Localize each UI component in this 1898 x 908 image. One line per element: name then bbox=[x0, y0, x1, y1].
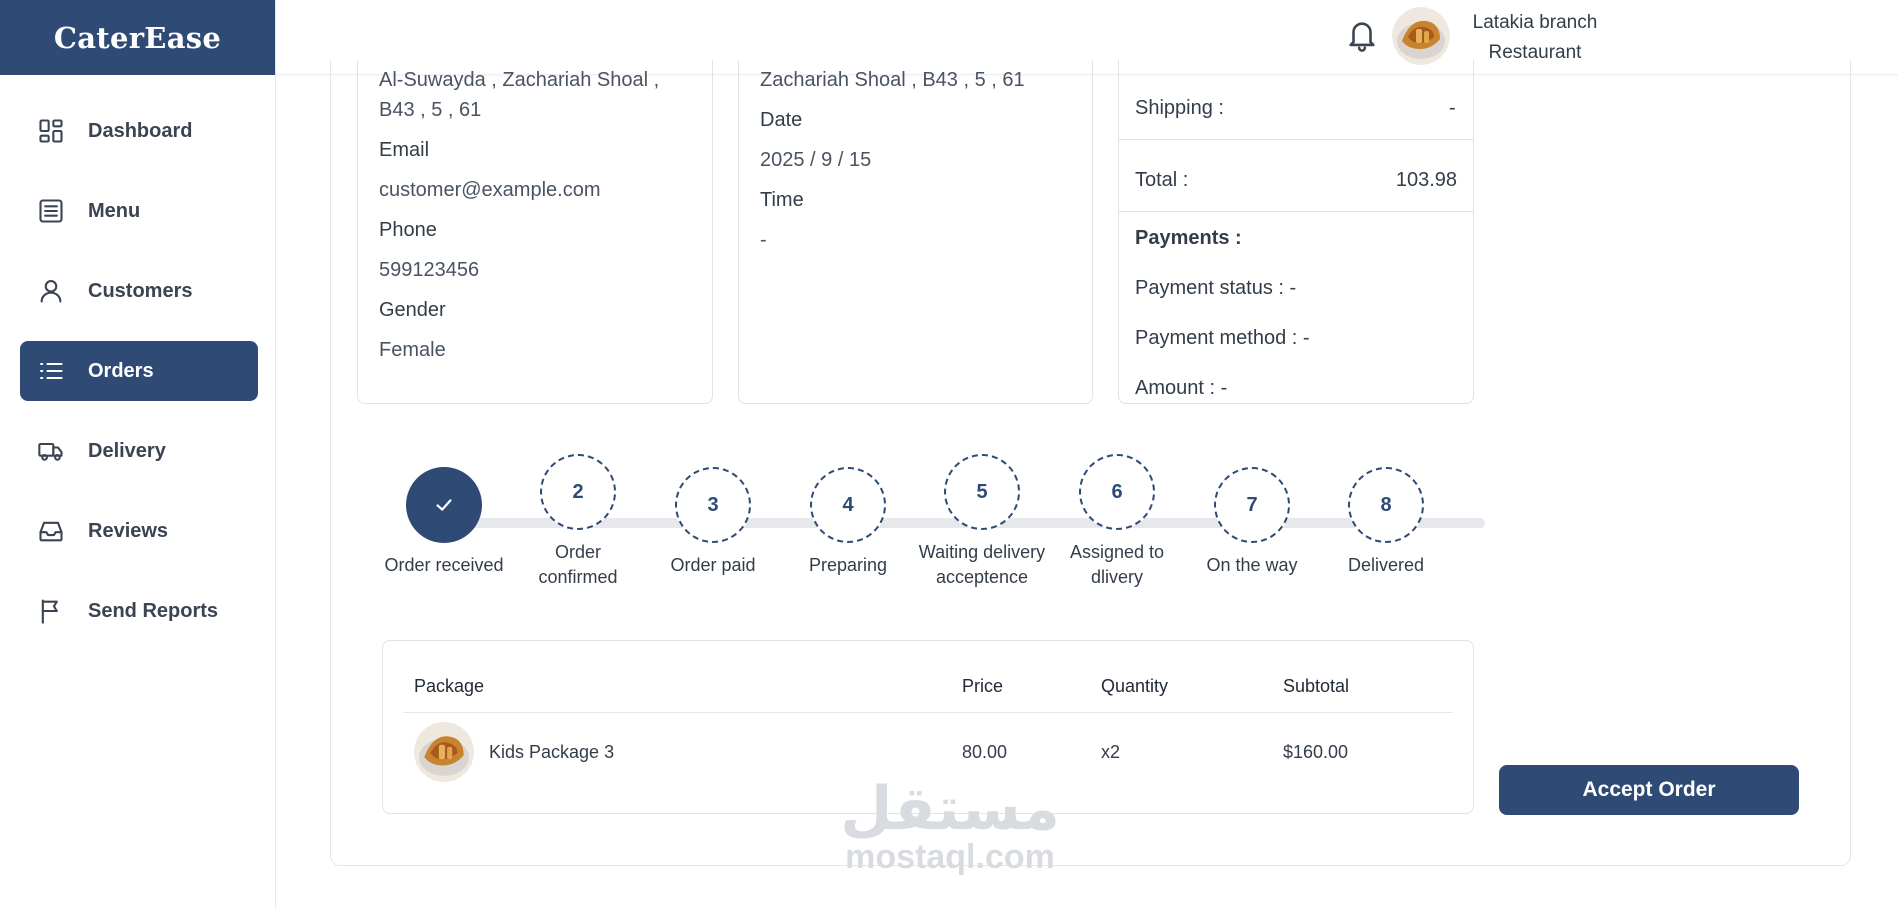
total-label: Total : bbox=[1135, 169, 1189, 191]
step-label: Assigned to dlivery bbox=[1042, 540, 1192, 590]
check-icon bbox=[436, 499, 452, 511]
table-row-quantity: x2 bbox=[1101, 742, 1121, 762]
sidebar-item-label: Customers bbox=[88, 279, 193, 302]
step-label-line1: Order bbox=[554, 542, 601, 562]
step-label-line1: Assigned to bbox=[1069, 542, 1165, 562]
orders-list-icon bbox=[37, 357, 65, 385]
column-header-quantity: Quantity bbox=[1101, 676, 1169, 696]
step-label: Waiting delivery acceptence bbox=[907, 540, 1057, 590]
sidebar-item-label: Dashboard bbox=[88, 119, 193, 142]
table-row-price: 80.00 bbox=[962, 742, 1008, 762]
step-label: Order paid bbox=[670, 555, 756, 575]
step-label: Delivered bbox=[1347, 555, 1425, 575]
column-header-package: Package bbox=[414, 676, 485, 696]
shipping-label: Shipping : bbox=[1135, 97, 1224, 119]
inbox-icon bbox=[37, 517, 65, 545]
menu-list-icon bbox=[37, 197, 65, 225]
customer-email: customer@example.com bbox=[379, 179, 601, 201]
brand-name: CaterEase bbox=[53, 20, 222, 55]
step-delivered: 8 bbox=[1348, 467, 1424, 543]
table-row-subtotal: $160.00 bbox=[1283, 742, 1349, 762]
step-label: Preparing bbox=[808, 555, 888, 575]
column-header-price: Price bbox=[962, 676, 1004, 696]
step-assigned-delivery: 6 bbox=[1079, 454, 1155, 530]
delivery-date: 2025 / 9 / 15 bbox=[760, 149, 872, 171]
step-label: On the way bbox=[1206, 555, 1298, 575]
sidebar-item-dashboard[interactable]: Dashboard bbox=[20, 101, 258, 161]
sidebar-item-customers[interactable]: Customers bbox=[20, 261, 258, 321]
branch-info: Latakia branch Restaurant bbox=[1460, 8, 1610, 68]
customer-address-line1: Al-Suwayda , Zachariah Shoal , bbox=[379, 69, 660, 91]
time-label: Time bbox=[760, 189, 804, 211]
customer-gender: Female bbox=[379, 339, 446, 361]
sidebar-item-delivery[interactable]: Delivery bbox=[20, 421, 258, 481]
sidebar-nav: Dashboard Menu Customers Orders Delivery bbox=[0, 75, 275, 641]
delivery-time: - bbox=[760, 229, 767, 251]
payment-method: Payment method : - bbox=[1135, 327, 1310, 349]
dashboard-icon bbox=[37, 117, 65, 145]
sidebar-item-label: Reviews bbox=[88, 519, 169, 542]
email-label: Email bbox=[379, 139, 430, 161]
payments-heading: Payments : bbox=[1135, 227, 1242, 249]
delivery-address: Zachariah Shoal , B43 , 5 , 61 bbox=[760, 69, 1025, 91]
watermark-logo: مستقل mostaql.com bbox=[830, 775, 1070, 876]
step-preparing: 4 bbox=[810, 467, 886, 543]
sidebar-item-label: Delivery bbox=[88, 439, 166, 462]
sidebar-item-reviews[interactable]: Reviews bbox=[20, 501, 258, 561]
watermark-arabic: مستقل bbox=[840, 775, 1060, 842]
shipping-value: - bbox=[1449, 97, 1456, 119]
gender-label: Gender bbox=[379, 299, 446, 321]
summary-divider bbox=[1119, 139, 1473, 140]
payment-status: Payment status : - bbox=[1135, 277, 1297, 299]
step-on-the-way: 7 bbox=[1214, 467, 1290, 543]
sidebar: CaterEase Dashboard Menu Customers Order… bbox=[0, 0, 276, 908]
total-value: 103.98 bbox=[1395, 169, 1457, 191]
avatar[interactable] bbox=[1392, 7, 1450, 65]
step-order-paid: 3 bbox=[675, 467, 751, 543]
bell-icon[interactable] bbox=[1345, 16, 1379, 54]
column-header-subtotal: Subtotal bbox=[1283, 676, 1350, 696]
table-header-divider bbox=[403, 712, 1453, 713]
branch-name: Latakia branch bbox=[1472, 12, 1598, 33]
sidebar-item-orders[interactable]: Orders bbox=[20, 341, 258, 401]
date-label: Date bbox=[760, 109, 803, 131]
sidebar-item-label: Orders bbox=[88, 359, 154, 382]
step-label: Order confirmed bbox=[503, 540, 653, 590]
step-label-line2: confirmed bbox=[538, 567, 618, 587]
package-thumbnail bbox=[414, 722, 474, 782]
sidebar-item-send-reports[interactable]: Send Reports bbox=[20, 581, 258, 641]
step-label: Order received bbox=[384, 555, 504, 575]
sidebar-item-menu[interactable]: Menu bbox=[20, 181, 258, 241]
table-row-package: Kids Package 3 bbox=[489, 742, 615, 762]
payment-amount: Amount : - bbox=[1135, 377, 1228, 399]
user-icon bbox=[37, 277, 65, 305]
flag-icon bbox=[37, 597, 65, 625]
brand-logo[interactable]: CaterEase bbox=[0, 0, 275, 75]
step-order-received bbox=[406, 467, 482, 543]
watermark-latin: mostaql.com bbox=[845, 838, 1055, 876]
step-order-confirmed: 2 bbox=[540, 454, 616, 530]
step-label-line1: Waiting delivery bbox=[918, 542, 1046, 562]
step-waiting-delivery: 5 bbox=[944, 454, 1020, 530]
phone-label: Phone bbox=[379, 219, 437, 241]
customer-address-line2: B43 , 5 , 61 bbox=[379, 99, 482, 121]
summary-divider bbox=[1119, 211, 1473, 212]
step-label-line2: acceptence bbox=[935, 567, 1029, 587]
customer-phone: 599123456 bbox=[379, 259, 480, 281]
accept-order-button[interactable]: Accept Order bbox=[1499, 765, 1799, 815]
truck-icon bbox=[37, 437, 65, 465]
sidebar-item-label: Menu bbox=[88, 199, 141, 222]
step-label-line2: dlivery bbox=[1090, 567, 1143, 587]
sidebar-item-label: Send Reports bbox=[88, 599, 219, 622]
